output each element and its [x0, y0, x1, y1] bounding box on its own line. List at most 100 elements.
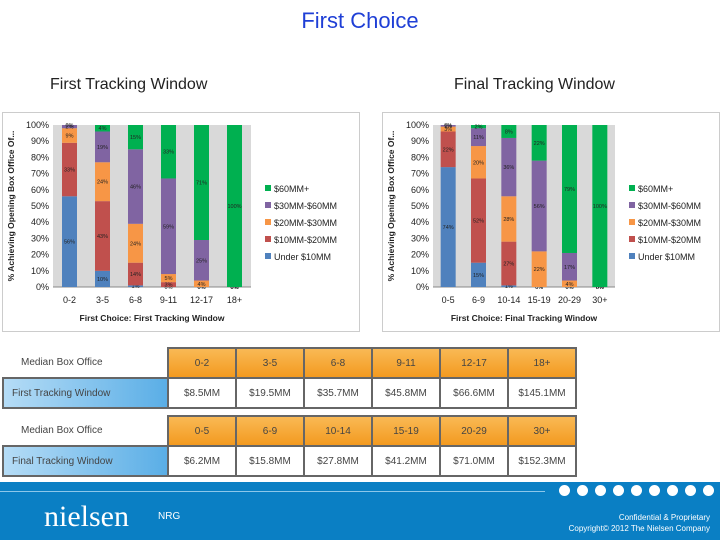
- y-tick-label: 100%: [406, 120, 429, 130]
- x-tick-label: 0-2: [63, 295, 76, 305]
- data-label: 14%: [130, 272, 141, 278]
- data-label: 22%: [443, 147, 454, 153]
- data-label: 56%: [64, 240, 75, 246]
- data-label: 100%: [593, 204, 607, 210]
- page-title: First Choice: [301, 8, 419, 33]
- legend-label: $60MM+: [274, 184, 309, 194]
- legend-label: Under $10MM: [638, 252, 695, 262]
- legend-swatch: [265, 253, 271, 259]
- table-header: 20-29: [439, 415, 509, 447]
- y-tick-label: 0%: [36, 282, 49, 292]
- data-label: 5%: [165, 276, 173, 282]
- legend-label: $10MM-$20MM: [638, 235, 701, 245]
- data-label: 15%: [473, 273, 484, 279]
- table-cell: $66.6MM: [439, 377, 509, 409]
- data-label: 4%: [99, 126, 107, 132]
- footer: nielsen NRG Confidential & Proprietary Co…: [0, 482, 720, 540]
- data-label: 9%: [66, 134, 74, 140]
- x-tick-label: 18+: [227, 295, 242, 305]
- row-label: Final Tracking Window: [2, 445, 169, 477]
- data-label: 52%: [473, 219, 484, 225]
- table-header: 10-14: [303, 415, 373, 447]
- data-label: 20%: [473, 160, 484, 166]
- table-cell: $41.2MM: [371, 445, 441, 477]
- x-tick-label: 10-14: [497, 295, 520, 305]
- table-label: Median Box Office: [3, 348, 168, 378]
- legend-label: $10MM-$20MM: [274, 235, 337, 245]
- legend-swatch: [629, 253, 635, 259]
- table-header: 18+: [507, 347, 577, 379]
- data-label: 25%: [196, 258, 207, 264]
- data-label: 36%: [503, 165, 514, 171]
- x-axis-label: First Choice: First Tracking Window: [80, 313, 225, 323]
- copyright-notice: Confidential & Proprietary Copyright© 201…: [569, 512, 710, 534]
- x-tick-label: 9-11: [160, 295, 177, 305]
- table-label: Median Box Office: [3, 416, 168, 446]
- data-label: 24%: [130, 241, 141, 247]
- y-tick-label: 20%: [31, 250, 49, 260]
- plot-area: [53, 125, 251, 287]
- legend-label: $60MM+: [638, 184, 673, 194]
- data-label: 3%: [165, 283, 173, 289]
- data-label: 15%: [130, 135, 141, 141]
- legend-swatch: [629, 236, 635, 242]
- legend-swatch: [265, 185, 271, 191]
- x-tick-label: 6-9: [472, 295, 485, 305]
- legend-label: $30MM-$60MM: [638, 201, 701, 211]
- legend-swatch: [629, 219, 635, 225]
- org-name: NRG: [158, 511, 181, 522]
- x-axis-label: First Choice: Final Tracking Window: [451, 313, 598, 323]
- table-cell: $27.8MM: [303, 445, 373, 477]
- median-table-first: Median Box Office 0-2 3-5 6-8 9-11 12-17 18+ …: [2, 347, 577, 409]
- x-tick-label: 6-8: [129, 295, 142, 305]
- copyright-text: Copyright© 2012 The Nielsen Company: [568, 524, 710, 533]
- data-label: 22%: [534, 141, 545, 147]
- table-header: 0-2: [167, 347, 237, 379]
- table-cell: $145.1MM: [507, 377, 577, 409]
- nielsen-logo: nielsen: [44, 500, 129, 533]
- table-cell: $35.7MM: [303, 377, 373, 409]
- y-tick-label: 50%: [31, 201, 49, 211]
- table-cell: $6.2MM: [167, 445, 237, 477]
- chart1-subtitle: First Tracking Window: [50, 76, 208, 93]
- y-tick-label: 10%: [411, 266, 429, 276]
- legend-swatch: [629, 185, 635, 191]
- y-tick-label: 60%: [31, 185, 49, 195]
- data-label: 33%: [163, 150, 174, 156]
- data-label: 19%: [97, 145, 108, 151]
- y-tick-label: 30%: [411, 233, 429, 243]
- table-header: 6-9: [235, 415, 305, 447]
- chart-final-tracking: 0% 10% 20% 30% 40% 50% 60% 70% 80% 90% 100% % Achie…: [382, 112, 720, 332]
- x-tick-label: 0-5: [442, 295, 455, 305]
- footer-divider: [0, 491, 545, 492]
- legend-swatch: [265, 219, 271, 225]
- data-label: 28%: [503, 217, 514, 223]
- data-label: 79%: [564, 187, 575, 193]
- y-tick-label: 50%: [411, 201, 429, 211]
- data-label: 10%: [97, 277, 108, 283]
- table-header: 0-5: [167, 415, 237, 447]
- chart2-subtitle: Final Tracking Window: [454, 76, 615, 93]
- y-axis-label: % Achieving Opening Box Office Of...: [386, 131, 396, 282]
- x-tick-label: 3-5: [96, 295, 109, 305]
- data-label: 0%: [444, 123, 452, 129]
- y-tick-label: 60%: [411, 185, 429, 195]
- table-cell: $45.8MM: [371, 377, 441, 409]
- table-cell: $152.3MM: [507, 445, 577, 477]
- y-tick-label: 40%: [31, 217, 49, 227]
- legend-swatch: [265, 202, 271, 208]
- data-label: 33%: [64, 168, 75, 174]
- data-label: 24%: [97, 180, 108, 186]
- data-label: 17%: [564, 265, 575, 271]
- legend-label: $20MM-$30MM: [638, 218, 701, 228]
- data-label: 46%: [130, 185, 141, 191]
- data-label: 4%: [198, 282, 206, 288]
- x-tick-label: 20-29: [558, 295, 581, 305]
- chart-first-tracking: 0% 10% 20% 30% 40% 50% 60% 70% 80% 90% 100% % Achie…: [2, 112, 360, 332]
- y-tick-label: 0%: [416, 282, 429, 292]
- row-label: First Tracking Window: [2, 377, 169, 409]
- data-label: 71%: [196, 181, 207, 187]
- x-tick-label: 15-19: [528, 295, 551, 305]
- table-header: 30+: [507, 415, 577, 447]
- table-cell: $15.8MM: [235, 445, 305, 477]
